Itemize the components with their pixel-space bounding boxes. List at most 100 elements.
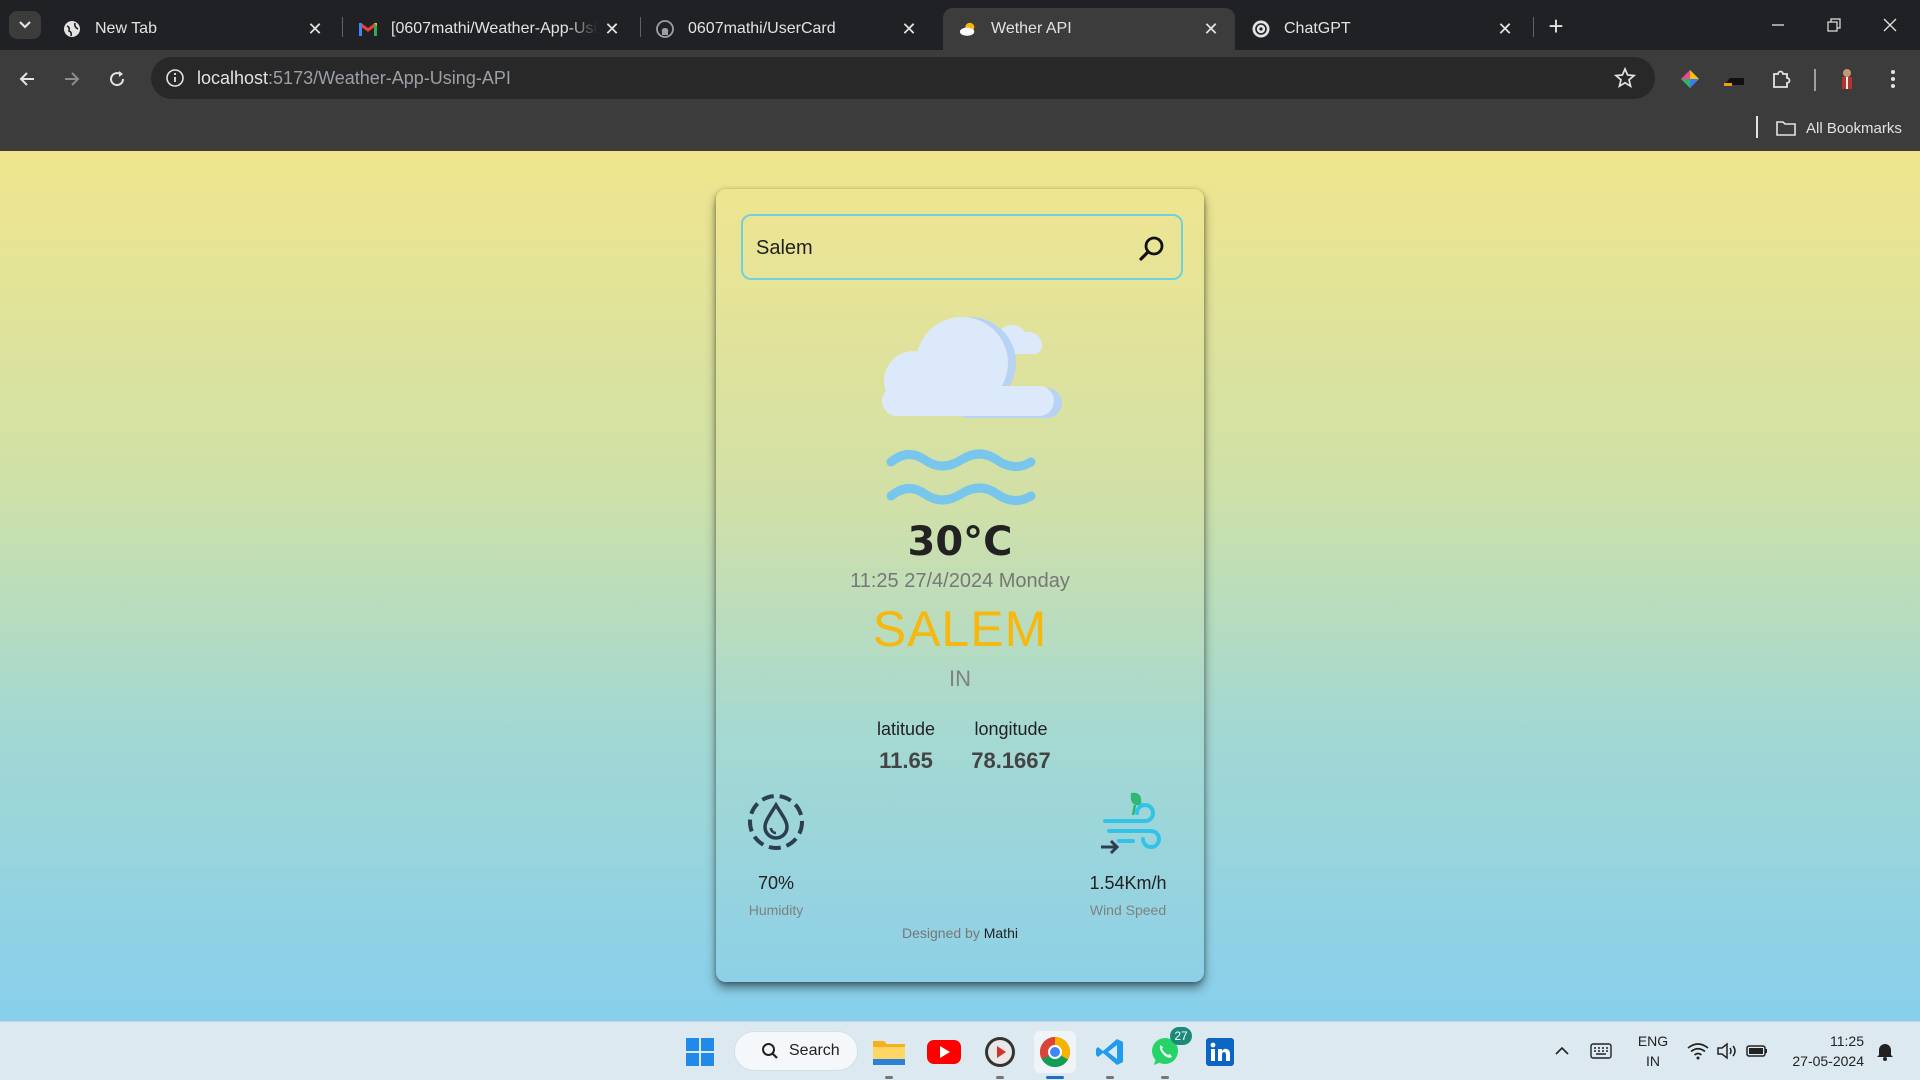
- lang-line-1: ENG: [1637, 1033, 1669, 1049]
- tab-chatgpt[interactable]: ChatGPT ✕: [1236, 8, 1529, 50]
- extension-icon[interactable]: [1717, 62, 1751, 96]
- tab-separator: [1533, 17, 1534, 37]
- arrow-right-icon: [65, 72, 80, 86]
- temperature: 30°C: [907, 519, 1013, 565]
- url-host: localhost: [197, 68, 269, 88]
- tab-new-tab[interactable]: New Tab ✕: [47, 8, 339, 50]
- reload-icon: [110, 71, 125, 87]
- minimize-icon: [1772, 24, 1784, 26]
- latitude-block: latitude 11.65: [866, 719, 946, 774]
- taskbar-search-label: Search: [789, 1042, 840, 1059]
- show-hidden-icons[interactable]: [1552, 1036, 1572, 1066]
- gmail-icon: [359, 20, 377, 38]
- tab-title: 0607mathi/UserCard: [688, 20, 836, 37]
- minimize-button[interactable]: [1750, 0, 1806, 50]
- chevron-up-icon: [1555, 1046, 1569, 1055]
- cloud-icon: [882, 317, 1062, 418]
- windows-logo-icon: [686, 1038, 714, 1066]
- close-icon[interactable]: ✕: [598, 15, 626, 43]
- longitude-value: 78.1667: [971, 748, 1051, 773]
- city-search-input[interactable]: [756, 230, 1126, 266]
- whatsapp-icon[interactable]: 27: [1144, 1027, 1192, 1079]
- running-indicator: [885, 1076, 893, 1079]
- bookmarks-bar: All Bookmarks: [0, 108, 1920, 151]
- profile-avatar[interactable]: [1830, 62, 1864, 96]
- windows-taskbar: Search 27 ENG IN 11:25 27-05-2024: [0, 1021, 1920, 1080]
- humidity-drop-icon: [748, 794, 804, 850]
- clock-time: 11:25: [1830, 1033, 1864, 1049]
- forward-button[interactable]: [55, 62, 89, 96]
- close-icon[interactable]: ✕: [301, 15, 329, 43]
- wind-speed-label: Wind Speed: [1089, 902, 1167, 918]
- folder-icon: [1776, 121, 1796, 136]
- bookmarks-separator: [1756, 116, 1758, 138]
- media-player-icon[interactable]: [979, 1031, 1021, 1079]
- humidity-label: Humidity: [748, 902, 804, 918]
- browser-menu-button[interactable]: [1876, 62, 1910, 96]
- reload-button[interactable]: [100, 62, 134, 96]
- running-indicator: [1161, 1076, 1169, 1079]
- wind-speed-value: 1.54Km/h: [1089, 873, 1167, 893]
- clock-date: 27-05-2024: [1792, 1053, 1864, 1069]
- credits-author: Mathi: [983, 925, 1018, 941]
- volume-icon[interactable]: [1714, 1036, 1740, 1066]
- tab-title: [0607mathi/Weather-App-Using-API]: [391, 20, 598, 37]
- credits-prefix: Designed by: [902, 925, 980, 941]
- tab-gmail[interactable]: [0607mathi/Weather-App-Using-API] ✕: [343, 8, 636, 50]
- humidity-block: 70% Humidity: [716, 789, 836, 918]
- back-button[interactable]: [10, 62, 44, 96]
- running-indicator: [1046, 1076, 1064, 1079]
- country-code: IN: [949, 666, 971, 691]
- all-bookmarks-label: All Bookmarks: [1806, 119, 1902, 137]
- running-indicator: [1106, 1076, 1114, 1079]
- bookmark-star-icon[interactable]: [1611, 64, 1639, 92]
- notifications-bell-icon[interactable]: [1874, 1036, 1896, 1066]
- weather-favicon: [959, 20, 977, 38]
- search-button[interactable]: [1137, 233, 1167, 263]
- mist-waves-icon: [886, 449, 1036, 505]
- github-icon: [656, 20, 674, 38]
- close-icon[interactable]: ✕: [895, 15, 923, 43]
- tab-title: ChatGPT: [1284, 20, 1351, 37]
- plus-icon: +: [1548, 10, 1564, 41]
- latitude-label: latitude: [876, 719, 936, 739]
- chevron-down-icon: [19, 21, 31, 29]
- tab-strip: New Tab ✕ [0607mathi/Weather-App-Using-A…: [0, 0, 1920, 50]
- tab-wether-api[interactable]: Wether API ✕: [943, 8, 1235, 50]
- keyboard-icon[interactable]: [1588, 1036, 1614, 1066]
- restore-button[interactable]: [1806, 0, 1862, 50]
- all-bookmarks-button[interactable]: All Bookmarks: [1776, 116, 1902, 140]
- battery-icon[interactable]: [1744, 1036, 1770, 1066]
- system-clock[interactable]: 11:25 27-05-2024: [1780, 1031, 1864, 1071]
- longitude-block: longitude 78.1667: [956, 719, 1066, 774]
- close-window-button[interactable]: [1862, 0, 1918, 50]
- address-bar[interactable]: localhost:5173/Weather-App-Using-API: [151, 57, 1655, 99]
- input-language[interactable]: ENG IN: [1632, 1031, 1674, 1071]
- linkedin-icon[interactable]: [1199, 1031, 1241, 1073]
- url-text[interactable]: localhost:5173/Weather-App-Using-API: [197, 68, 511, 89]
- site-info-icon[interactable]: [161, 64, 189, 92]
- chrome-icon[interactable]: [1034, 1031, 1076, 1079]
- start-button[interactable]: [679, 1031, 721, 1073]
- search-icon: [1139, 236, 1164, 261]
- youtube-icon[interactable]: [923, 1031, 965, 1073]
- file-explorer-icon[interactable]: [868, 1031, 910, 1079]
- extensions-puzzle-icon[interactable]: [1764, 62, 1798, 96]
- credits: Designed by Mathi: [716, 925, 1204, 941]
- humidity-value: 70%: [757, 873, 795, 893]
- tab-github[interactable]: 0607mathi/UserCard ✕: [640, 8, 933, 50]
- toolbar-separator: [1814, 69, 1816, 91]
- wind-speed-icon: [1101, 792, 1161, 855]
- close-icon: [1883, 18, 1897, 32]
- wifi-icon[interactable]: [1685, 1036, 1711, 1066]
- color-extension-icon[interactable]: [1673, 62, 1707, 96]
- search-box: [741, 214, 1183, 280]
- arrow-left-icon: [19, 72, 34, 86]
- vscode-icon[interactable]: [1089, 1031, 1131, 1079]
- new-tab-button[interactable]: +: [1541, 11, 1571, 41]
- close-icon[interactable]: ✕: [1197, 15, 1225, 43]
- longitude-label: longitude: [974, 719, 1048, 739]
- taskbar-search[interactable]: Search: [734, 1031, 858, 1071]
- close-icon[interactable]: ✕: [1491, 15, 1519, 43]
- tab-search-button[interactable]: [9, 11, 41, 39]
